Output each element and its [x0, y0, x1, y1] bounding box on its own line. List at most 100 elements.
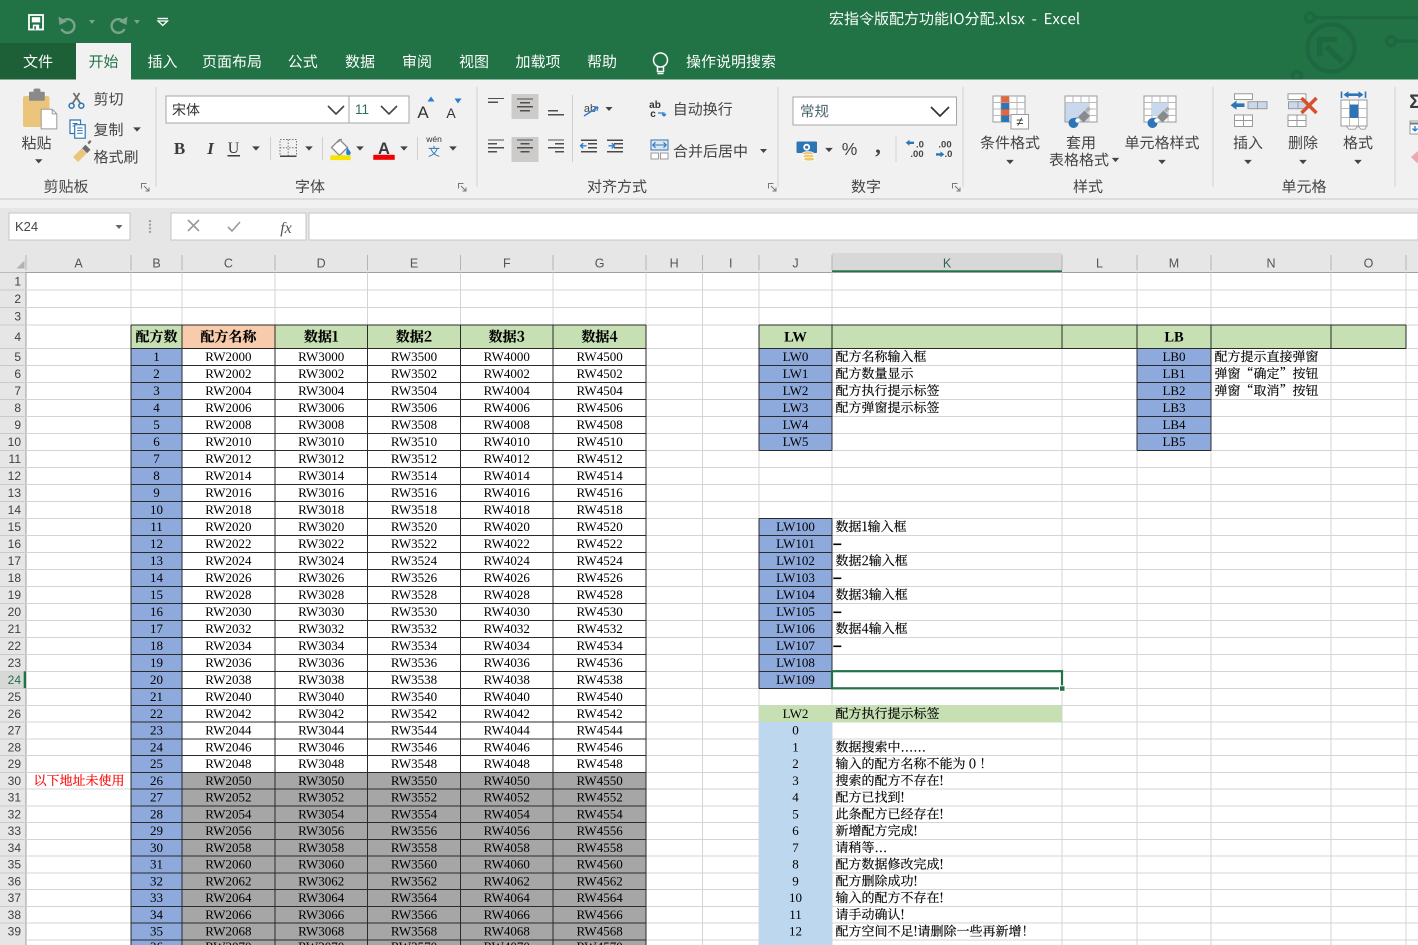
svg-text:LW2: LW2: [783, 706, 809, 721]
svg-text:L: L: [1096, 256, 1103, 270]
svg-text:RW3068: RW3068: [298, 924, 344, 939]
svg-text:RW4012: RW4012: [484, 451, 530, 466]
svg-text:3: 3: [14, 309, 21, 323]
svg-text:D: D: [317, 256, 326, 270]
svg-text:RW3040: RW3040: [298, 689, 344, 704]
svg-text:K: K: [943, 256, 952, 270]
svg-text:RW4010: RW4010: [484, 434, 530, 449]
svg-text:34: 34: [8, 841, 22, 855]
svg-text:RW4548: RW4548: [576, 756, 622, 771]
svg-text:LB1: LB1: [1162, 366, 1185, 381]
svg-text:9: 9: [792, 874, 799, 889]
svg-text:,: ,: [875, 133, 881, 158]
svg-text:13: 13: [150, 553, 163, 568]
svg-text:RW4514: RW4514: [576, 468, 623, 483]
svg-text:33: 33: [150, 890, 163, 905]
svg-text:N: N: [1266, 256, 1275, 270]
svg-text:18: 18: [8, 571, 22, 585]
svg-text:RW4566: RW4566: [576, 907, 623, 922]
svg-text:%: %: [842, 139, 858, 159]
svg-text:21: 21: [8, 622, 22, 636]
svg-text:31: 31: [8, 791, 22, 805]
svg-text:LW107: LW107: [776, 638, 815, 653]
svg-text:RW4036: RW4036: [484, 655, 531, 670]
svg-text:RW3506: RW3506: [391, 400, 438, 415]
svg-text:30: 30: [150, 840, 163, 855]
svg-text:RW2024: RW2024: [205, 553, 252, 568]
svg-text:LW100: LW100: [776, 519, 815, 534]
svg-text:RW2066: RW2066: [205, 907, 252, 922]
svg-text:7: 7: [792, 840, 799, 855]
svg-text:14: 14: [150, 570, 164, 585]
svg-text:RW3536: RW3536: [391, 655, 438, 670]
svg-text:36: 36: [150, 939, 164, 945]
svg-text:A: A: [417, 103, 429, 122]
svg-text:13: 13: [8, 486, 22, 500]
svg-text:RW4034: RW4034: [484, 638, 531, 653]
svg-text:LB2: LB2: [1162, 383, 1185, 398]
svg-text:RW3532: RW3532: [391, 621, 437, 636]
svg-text:RW3052: RW3052: [298, 790, 344, 805]
svg-text:RW4014: RW4014: [484, 468, 531, 483]
svg-text:LW106: LW106: [776, 621, 815, 636]
svg-text:2: 2: [153, 366, 160, 381]
svg-text:3: 3: [792, 773, 799, 788]
svg-text:5: 5: [792, 807, 799, 822]
svg-text:RW2016: RW2016: [205, 485, 252, 500]
svg-text:RW4018: RW4018: [484, 502, 530, 517]
svg-text:0: 0: [792, 723, 799, 738]
svg-text:28: 28: [8, 740, 22, 754]
svg-text:B: B: [174, 139, 185, 158]
svg-text:2: 2: [14, 292, 21, 306]
svg-text:RW3058: RW3058: [298, 840, 344, 855]
svg-text:wén: wén: [425, 134, 442, 144]
svg-text:LW2: LW2: [783, 383, 809, 398]
svg-text:6: 6: [153, 434, 160, 449]
svg-text:RW4528: RW4528: [576, 587, 622, 602]
svg-text:26: 26: [8, 707, 22, 721]
svg-text:Σ: Σ: [1409, 92, 1418, 113]
svg-text:RW3054: RW3054: [298, 807, 345, 822]
svg-text:RW4024: RW4024: [484, 553, 531, 568]
svg-text:RW3042: RW3042: [298, 706, 344, 721]
svg-text:RW3554: RW3554: [391, 807, 438, 822]
svg-text:16: 16: [8, 537, 22, 551]
svg-text:LW103: LW103: [776, 570, 815, 585]
svg-text:12: 12: [789, 924, 802, 939]
svg-text:LB0: LB0: [1162, 349, 1185, 364]
svg-text:RW3518: RW3518: [391, 502, 437, 517]
svg-text:LB4: LB4: [1162, 417, 1186, 432]
svg-text:RW3534: RW3534: [391, 638, 438, 653]
svg-text:7: 7: [14, 384, 21, 398]
svg-text:RW4070: RW4070: [484, 939, 530, 945]
svg-text:12: 12: [8, 469, 22, 483]
svg-text:RW4552: RW4552: [576, 790, 622, 805]
svg-text:21: 21: [150, 689, 163, 704]
svg-text:36: 36: [8, 874, 22, 888]
svg-text:20: 20: [150, 672, 163, 687]
svg-text:25: 25: [8, 690, 22, 704]
svg-text:RW4502: RW4502: [576, 366, 622, 381]
svg-text:8: 8: [153, 468, 160, 483]
svg-text:U: U: [228, 140, 240, 157]
svg-text:RW2042: RW2042: [205, 706, 251, 721]
svg-text:19: 19: [8, 588, 22, 602]
svg-text:RW4060: RW4060: [484, 857, 530, 872]
svg-text:RW2052: RW2052: [205, 790, 251, 805]
svg-text:RW4542: RW4542: [576, 706, 622, 721]
svg-text:RW4004: RW4004: [484, 383, 531, 398]
svg-text:RW3012: RW3012: [298, 451, 344, 466]
svg-text:RW2008: RW2008: [205, 417, 251, 432]
svg-text:RW2026: RW2026: [205, 570, 252, 585]
svg-text:RW2050: RW2050: [205, 773, 251, 788]
svg-text:RW3564: RW3564: [391, 890, 438, 905]
svg-text:RW4040: RW4040: [484, 689, 530, 704]
svg-text:RW3032: RW3032: [298, 621, 344, 636]
svg-text:RW3508: RW3508: [391, 417, 437, 432]
svg-text:RW4008: RW4008: [484, 417, 530, 432]
svg-text:RW4550: RW4550: [576, 773, 622, 788]
svg-text:RW2012: RW2012: [205, 451, 251, 466]
svg-text:10: 10: [150, 502, 163, 517]
svg-text:B: B: [152, 256, 160, 270]
svg-text:C: C: [224, 256, 233, 270]
